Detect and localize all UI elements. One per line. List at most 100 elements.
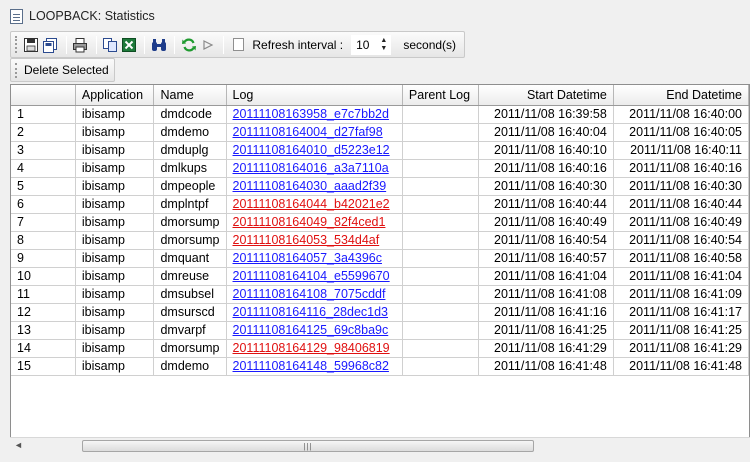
log-link[interactable]: 20111108164104_e5599670: [233, 269, 390, 283]
end-datetime-cell[interactable]: 2011/11/08 16:41:09: [613, 285, 749, 304]
table-row[interactable]: 5 ibisamp dmpeople 20111108164030_aaad2f39 2…: [11, 177, 749, 196]
column-header-start-datetime[interactable]: Start Datetime: [478, 85, 614, 106]
row-index-cell[interactable]: 10: [11, 267, 76, 286]
log-link[interactable]: 20111108163958_e7c7bb2d: [233, 107, 389, 121]
parent-log-cell[interactable]: [402, 303, 479, 322]
table-row[interactable]: 7 ibisamp dmorsump 20111108164049_82f4ced1 2…: [11, 213, 749, 232]
row-index-cell[interactable]: 7: [11, 213, 76, 232]
row-index-cell[interactable]: 12: [11, 303, 76, 322]
parent-log-cell[interactable]: [402, 321, 479, 340]
end-datetime-cell[interactable]: 2011/11/08 16:40:54: [613, 231, 749, 250]
row-index-cell[interactable]: 14: [11, 339, 76, 358]
parent-log-cell[interactable]: [402, 339, 479, 358]
application-cell[interactable]: ibisamp: [75, 123, 155, 142]
row-index-cell[interactable]: 4: [11, 159, 76, 178]
log-link[interactable]: 20111108164108_7075cddf: [233, 287, 386, 301]
end-datetime-cell[interactable]: 2011/11/08 16:40:16: [613, 159, 749, 178]
start-datetime-cell[interactable]: 2011/11/08 16:40:04: [478, 123, 614, 142]
application-cell[interactable]: ibisamp: [75, 231, 155, 250]
name-cell[interactable]: dmsubsel: [153, 285, 227, 304]
parent-log-cell[interactable]: [402, 177, 479, 196]
table-row[interactable]: 2 ibisamp dmdemo 20111108164004_d27faf98 201…: [11, 123, 749, 142]
end-datetime-cell[interactable]: 2011/11/08 16:41:25: [613, 321, 749, 340]
horizontal-scrollbar[interactable]: ◄ |||: [10, 437, 750, 453]
end-datetime-cell[interactable]: 2011/11/08 16:40:11: [613, 141, 749, 160]
row-index-cell[interactable]: 1: [11, 105, 76, 124]
parent-log-cell[interactable]: [402, 159, 479, 178]
find-button[interactable]: [150, 35, 167, 55]
end-datetime-cell[interactable]: 2011/11/08 16:41:29: [613, 339, 749, 358]
column-header-parent-log[interactable]: Parent Log: [402, 85, 479, 106]
application-cell[interactable]: ibisamp: [75, 177, 155, 196]
name-cell[interactable]: dmlkups: [153, 159, 227, 178]
spinner-up-icon[interactable]: ▲: [380, 37, 387, 45]
start-datetime-cell[interactable]: 2011/11/08 16:40:30: [478, 177, 614, 196]
log-link[interactable]: 20111108164016_a3a7110a: [233, 161, 389, 175]
log-link[interactable]: 20111108164049_82f4ced1: [233, 215, 386, 229]
application-cell[interactable]: ibisamp: [75, 357, 155, 376]
row-index-cell[interactable]: 2: [11, 123, 76, 142]
start-datetime-cell[interactable]: 2011/11/08 16:40:49: [478, 213, 614, 232]
refresh-button[interactable]: [180, 35, 197, 55]
parent-log-cell[interactable]: [402, 267, 479, 286]
name-cell[interactable]: dmorsump: [153, 231, 227, 250]
export-excel-button[interactable]: [120, 35, 137, 55]
column-header-log[interactable]: Log: [226, 85, 403, 106]
table-row[interactable]: 14 ibisamp dmorsump 20111108164129_98406819…: [11, 339, 749, 358]
log-link[interactable]: 20111108164148_59968c82: [233, 359, 389, 373]
table-row[interactable]: 12 ibisamp dmsurscd 20111108164116_28dec1d3…: [11, 303, 749, 322]
application-cell[interactable]: ibisamp: [75, 321, 155, 340]
name-cell[interactable]: dmsurscd: [153, 303, 227, 322]
name-cell[interactable]: dmorsump: [153, 213, 227, 232]
application-cell[interactable]: ibisamp: [75, 141, 155, 160]
name-cell[interactable]: dmquant: [153, 249, 227, 268]
end-datetime-cell[interactable]: 2011/11/08 16:40:44: [613, 195, 749, 214]
save-button[interactable]: [23, 35, 40, 55]
end-datetime-cell[interactable]: 2011/11/08 16:41:48: [613, 357, 749, 376]
log-link[interactable]: 20111108164004_d27faf98: [233, 125, 383, 139]
start-datetime-cell[interactable]: 2011/11/08 16:41:04: [478, 267, 614, 286]
table-row[interactable]: 11 ibisamp dmsubsel 20111108164108_7075cddf…: [11, 285, 749, 304]
log-link[interactable]: 20111108164116_28dec1d3: [233, 305, 388, 319]
toolbar-grip[interactable]: [15, 62, 18, 78]
name-cell[interactable]: dmduplg: [153, 141, 227, 160]
parent-log-cell[interactable]: [402, 285, 479, 304]
refresh-interval-spinner[interactable]: 10 ▲ ▼: [351, 34, 392, 55]
name-cell[interactable]: dmpeople: [153, 177, 227, 196]
end-datetime-cell[interactable]: 2011/11/08 16:41:17: [613, 303, 749, 322]
start-datetime-cell[interactable]: 2011/11/08 16:40:57: [478, 249, 614, 268]
row-index-cell[interactable]: 6: [11, 195, 76, 214]
row-index-cell[interactable]: 15: [11, 357, 76, 376]
name-cell[interactable]: dmplntpf: [153, 195, 227, 214]
start-datetime-cell[interactable]: 2011/11/08 16:40:16: [478, 159, 614, 178]
application-cell[interactable]: ibisamp: [75, 339, 155, 358]
end-datetime-cell[interactable]: 2011/11/08 16:40:58: [613, 249, 749, 268]
end-datetime-cell[interactable]: 2011/11/08 16:40:49: [613, 213, 749, 232]
application-cell[interactable]: ibisamp: [75, 285, 155, 304]
log-link[interactable]: 20111108164125_69c8ba9c: [233, 323, 389, 337]
application-cell[interactable]: ibisamp: [75, 213, 155, 232]
log-link[interactable]: 20111108164057_3a4396c: [233, 251, 382, 265]
parent-log-cell[interactable]: [402, 105, 479, 124]
start-datetime-cell[interactable]: 2011/11/08 16:40:10: [478, 141, 614, 160]
parent-log-cell[interactable]: [402, 357, 479, 376]
table-row[interactable]: 9 ibisamp dmquant 20111108164057_3a4396c 201…: [11, 249, 749, 268]
refresh-interval-value[interactable]: 10: [356, 38, 369, 52]
name-cell[interactable]: dmorsump: [153, 339, 227, 358]
row-index-cell[interactable]: 13: [11, 321, 76, 340]
table-row[interactable]: 8 ibisamp dmorsump 20111108164053_534d4af 20…: [11, 231, 749, 250]
copy-button[interactable]: [102, 35, 119, 55]
name-cell[interactable]: dmreuse: [153, 267, 227, 286]
parent-log-cell[interactable]: [402, 195, 479, 214]
run-button[interactable]: [199, 35, 216, 55]
parent-log-cell[interactable]: [402, 213, 479, 232]
parent-log-cell[interactable]: [402, 231, 479, 250]
refresh-interval-checkbox[interactable]: [233, 38, 245, 51]
print-button[interactable]: [72, 35, 89, 55]
table-row[interactable]: 15 ibisamp dmdemo 20111108164148_59968c82 20…: [11, 357, 749, 376]
start-datetime-cell[interactable]: 2011/11/08 16:41:08: [478, 285, 614, 304]
row-index-cell[interactable]: 8: [11, 231, 76, 250]
row-index-cell[interactable]: 3: [11, 141, 76, 160]
table-row[interactable]: 10 ibisamp dmreuse 20111108164104_e5599670 2…: [11, 267, 749, 286]
table-row[interactable]: 4 ibisamp dmlkups 20111108164016_a3a7110a 20…: [11, 159, 749, 178]
